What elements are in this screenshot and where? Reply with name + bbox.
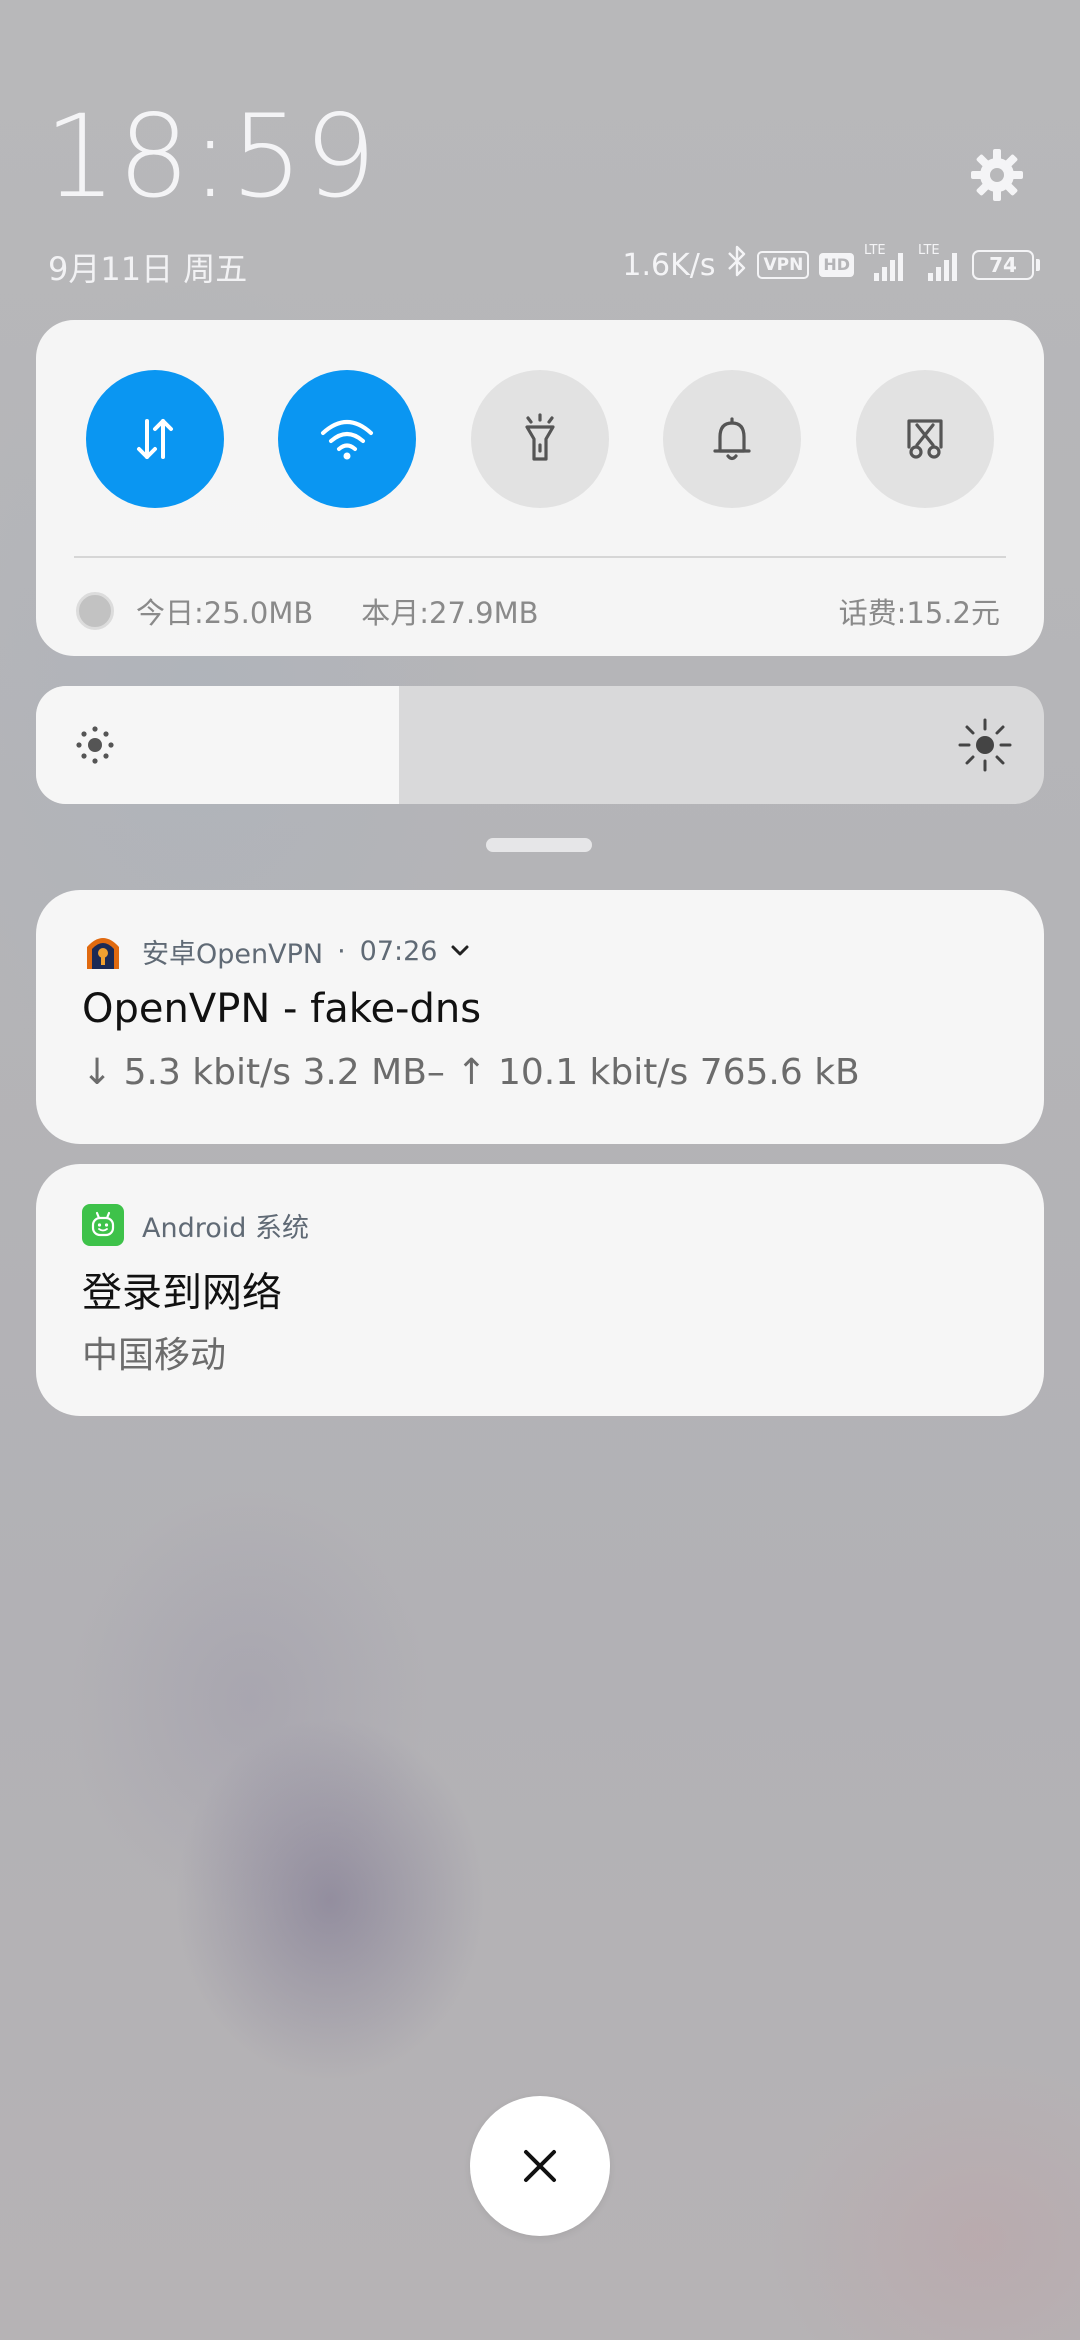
brightness-high-icon bbox=[958, 718, 1012, 772]
separator: · bbox=[337, 935, 346, 967]
notification-header: 安卓OpenVPN · 07:26 bbox=[82, 928, 471, 974]
bell-icon bbox=[713, 417, 751, 461]
phone-fee: 话费:15.2元 bbox=[838, 596, 1000, 630]
brightness-slider[interactable] bbox=[36, 686, 1044, 804]
notification-app-name: 安卓OpenVPN bbox=[142, 938, 324, 970]
notification-openvpn[interactable]: 安卓OpenVPN · 07:26 OpenVPN - fake-dns ↓ 5… bbox=[36, 890, 1044, 1144]
battery-level: 74 bbox=[972, 250, 1034, 280]
data-usage-row[interactable]: 今日:25.0MB 本月:27.9MB 话费:15.2元 bbox=[76, 586, 1000, 636]
date-label: 9月11日 周五 bbox=[48, 250, 248, 288]
signal-icon: LTE bbox=[864, 243, 908, 285]
bluetooth-icon bbox=[727, 244, 747, 286]
mobile-data-toggle[interactable] bbox=[86, 370, 224, 508]
chevron-down-icon[interactable] bbox=[449, 940, 471, 962]
screenshot-toggle[interactable] bbox=[856, 370, 994, 508]
hd-icon: HD bbox=[819, 253, 854, 277]
status-bar: 1.6K/s VPN HD LTE LTE 74 bbox=[622, 242, 1040, 288]
openvpn-app-icon bbox=[82, 930, 124, 972]
notification-header: Android 系统 bbox=[82, 1202, 309, 1248]
usage-month: 本月:27.9MB bbox=[361, 596, 539, 630]
clock-time: 18:59 bbox=[44, 90, 378, 223]
notification-title: OpenVPN - fake-dns bbox=[82, 986, 482, 1032]
usage-today: 今日:25.0MB bbox=[136, 596, 314, 630]
android-app-icon bbox=[82, 1204, 124, 1246]
divider bbox=[74, 556, 1006, 558]
signal-icon: LTE bbox=[918, 243, 962, 285]
wifi-icon bbox=[321, 420, 373, 460]
battery-icon: 74 bbox=[972, 250, 1040, 280]
flashlight-icon bbox=[525, 413, 555, 461]
vpn-icon: VPN bbox=[757, 251, 810, 279]
mobile-data-icon bbox=[137, 419, 173, 459]
sim-indicator-icon bbox=[76, 592, 114, 630]
close-icon bbox=[524, 2150, 556, 2182]
clear-notifications-button[interactable] bbox=[470, 2096, 610, 2236]
screenshot-icon bbox=[907, 419, 943, 459]
notification-android-system[interactable]: Android 系统 登录到网络 中国移动 bbox=[36, 1164, 1044, 1416]
flashlight-toggle[interactable] bbox=[471, 370, 609, 508]
settings-gear-icon[interactable] bbox=[968, 146, 1026, 204]
network-speed: 1.6K/s bbox=[622, 247, 716, 283]
wifi-toggle[interactable] bbox=[278, 370, 416, 508]
notification-title: 登录到网络 bbox=[82, 1270, 282, 1316]
panel-drag-handle[interactable] bbox=[486, 838, 592, 852]
notification-time: 07:26 bbox=[359, 935, 438, 967]
notification-body: 中国移动 bbox=[82, 1335, 227, 1376]
notification-body: ↓ 5.3 kbit/s 3.2 MB– ↑ 10.1 kbit/s 765.6… bbox=[82, 1052, 860, 1093]
notification-app-name: Android 系统 bbox=[142, 1212, 309, 1244]
quick-settings-panel: 今日:25.0MB 本月:27.9MB 话费:15.2元 bbox=[36, 320, 1044, 656]
brightness-low-icon bbox=[76, 726, 114, 764]
sound-toggle[interactable] bbox=[663, 370, 801, 508]
